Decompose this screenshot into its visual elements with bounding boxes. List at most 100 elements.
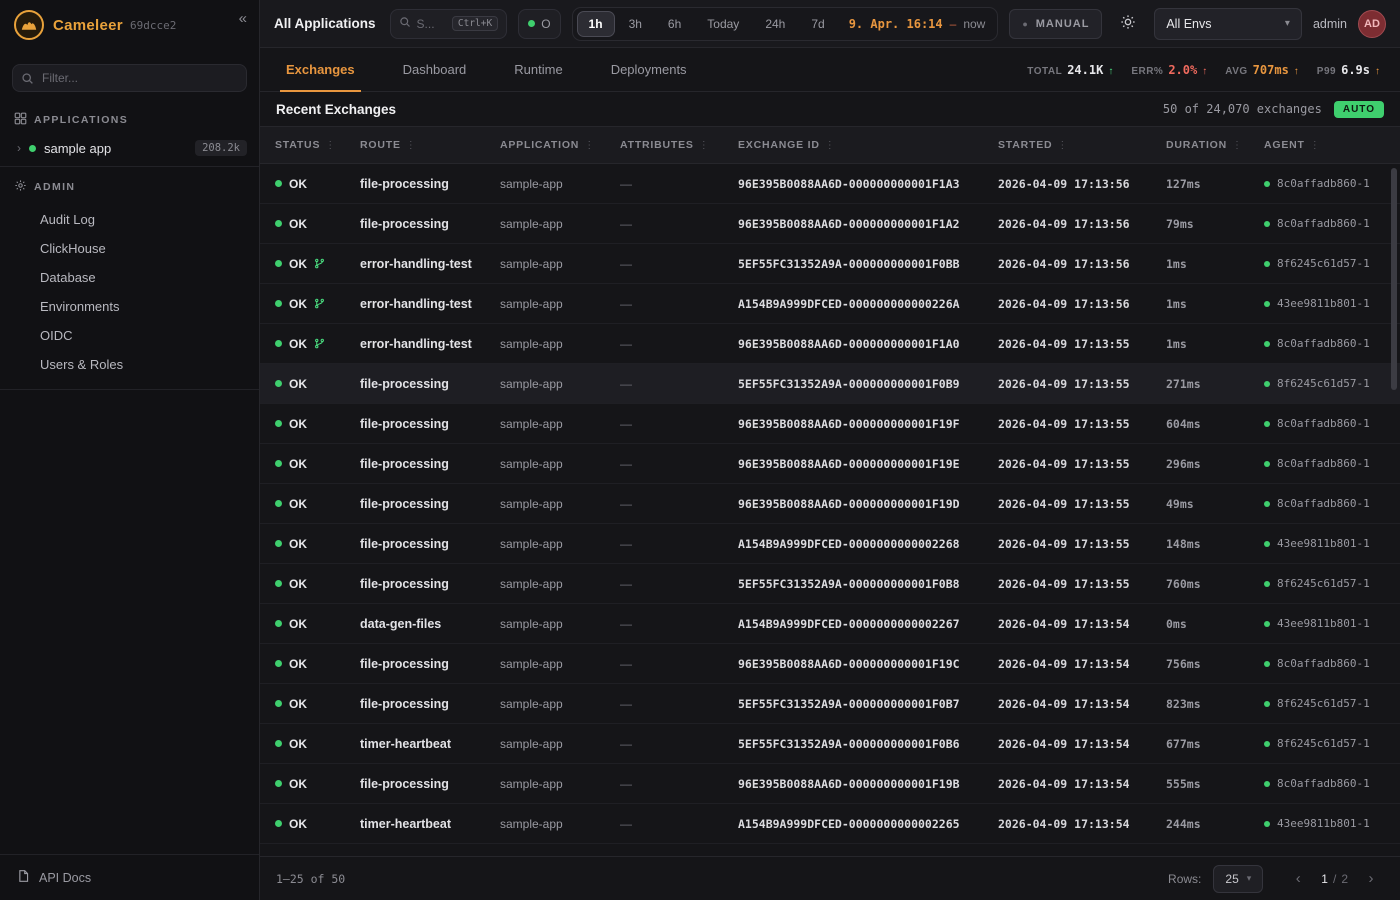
time-now-label[interactable]: now [963,17,985,31]
time-range-1h[interactable]: 1h [577,11,615,37]
sort-icon: ⋮ [406,140,417,151]
column-header-started[interactable]: STARTED⋮ [998,139,1166,151]
column-header-agent[interactable]: AGENT⋮ [1264,139,1400,151]
table-row[interactable]: OK error-handling-test sample-app — 5EF5… [260,244,1400,284]
sidebar-item-database[interactable]: Database [0,263,259,292]
route-cell: timer-heartbeat [360,737,500,751]
time-display[interactable]: 9. Apr. 16:14 [849,17,943,31]
sidebar-item-environments[interactable]: Environments [0,292,259,321]
status-cell: OK [275,417,360,431]
tab-deployments[interactable]: Deployments [605,48,693,91]
sidebar-filter [12,64,247,92]
column-header-exchange-id[interactable]: EXCHANGE ID⋮ [738,139,998,151]
status-ok-dot [275,460,282,467]
vertical-scrollbar[interactable] [1391,168,1397,390]
time-range-today[interactable]: Today [695,11,751,37]
prev-page-button[interactable]: ‹ [1285,866,1311,892]
avatar[interactable]: AD [1358,10,1386,38]
sidebar-item-audit-log[interactable]: Audit Log [0,205,259,234]
route-cell: file-processing [360,697,500,711]
agent-cell: 8f6245c61d57-1 [1264,737,1400,750]
duration-cell: 677ms [1166,737,1264,751]
route-cell: timer-heartbeat [360,817,500,831]
time-range-3h[interactable]: 3h [617,11,654,37]
time-range-7d[interactable]: 7d [799,11,836,37]
status-cell: OK [275,217,360,231]
attributes-cell: — [620,257,738,271]
table-row[interactable]: OK error-handling-test sample-app — A154… [260,284,1400,324]
sidebar-item-clickhouse[interactable]: ClickHouse [0,234,259,263]
tab-dashboard[interactable]: Dashboard [397,48,473,91]
table-row[interactable]: OK timer-heartbeat sample-app — 5EF55FC3… [260,724,1400,764]
table-row[interactable]: OK file-processing sample-app — 96E395B0… [260,404,1400,444]
tab-exchanges[interactable]: Exchanges [280,48,361,91]
agent-status-dot [1264,421,1270,427]
sidebar-item-api-docs[interactable]: API Docs [0,854,259,900]
column-header-duration[interactable]: DURATION⋮ [1166,139,1264,151]
table-row[interactable]: OK file-processing sample-app — 96E395B0… [260,764,1400,804]
table-row[interactable]: OK file-processing sample-app — 96E395B0… [260,484,1400,524]
table-row[interactable]: OK error-handling-test sample-app — 96E3… [260,324,1400,364]
time-range-24h[interactable]: 24h [753,11,797,37]
attributes-cell: — [620,697,738,711]
online-toggle[interactable]: O [518,9,560,39]
next-page-button[interactable]: › [1358,866,1384,892]
filter-input[interactable] [12,64,247,92]
global-search-input[interactable]: S... Ctrl+K [390,9,508,39]
duration-cell: 244ms [1166,817,1264,831]
exchange-id-cell: A154B9A999DFCED-0000000000002267 [738,617,998,631]
table-row[interactable]: OK file-processing sample-app — 96E395B0… [260,644,1400,684]
table-row[interactable]: OK file-processing sample-app — 5EF55FC3… [260,364,1400,404]
sidebar: Cameleer 69dcce2 « APPLICATIONS › sample… [0,0,260,900]
current-page: 1 [1321,872,1328,886]
tab-runtime[interactable]: Runtime [508,48,568,91]
applications-section-label: APPLICATIONS [34,114,128,126]
chevron-down-icon: ▾ [1247,873,1252,884]
rows-per-page-select[interactable]: 25 ▾ [1213,865,1263,893]
table-row[interactable]: OK data-gen-files sample-app — A154B9A99… [260,604,1400,644]
started-cell: 2026-04-09 17:13:54 [998,657,1166,671]
environments-dropdown[interactable]: All Envs ▾ [1154,8,1302,40]
sidebar-item-oidc[interactable]: OIDC [0,321,259,350]
status-cell: OK [275,497,360,511]
started-cell: 2026-04-09 17:13:56 [998,177,1166,191]
started-cell: 2026-04-09 17:13:54 [998,617,1166,631]
time-range-6h[interactable]: 6h [656,11,693,37]
status-cell: OK [275,777,360,791]
theme-toggle-button[interactable] [1113,9,1143,39]
auto-refresh-badge[interactable]: AUTO [1334,101,1384,118]
cameleer-logo-icon [14,10,44,40]
chevron-right-icon[interactable]: › [17,141,21,155]
table-row[interactable]: OK file-processing sample-app — 96E395B0… [260,204,1400,244]
column-header-application[interactable]: APPLICATION⋮ [500,139,620,151]
table-row[interactable]: OK timer-heartbeat sample-app — A154B9A9… [260,804,1400,844]
attributes-cell: — [620,737,738,751]
table-row[interactable]: OK file-processing sample-app — 5EF55FC3… [260,564,1400,604]
admin-section-header: ADMIN [0,167,259,201]
fork-icon [314,298,325,309]
table-row[interactable]: OK file-processing sample-app — 96E395B0… [260,444,1400,484]
manual-refresh-button[interactable]: ● MANUAL [1009,9,1102,39]
agent-cell: 8c0affadb860-1 [1264,417,1400,430]
sidebar-collapse-icon[interactable]: « [239,10,247,27]
agent-status-dot [1264,661,1270,667]
time-separator: – [950,17,957,31]
column-header-route[interactable]: ROUTE⋮ [360,139,500,151]
sidebar-item-users-roles[interactable]: Users & Roles [0,350,259,379]
column-header-status[interactable]: STATUS⋮ [275,139,360,151]
agent-cell: 8c0affadb860-1 [1264,217,1400,230]
table-row[interactable]: OK file-processing sample-app — 5EF55FC3… [260,684,1400,724]
table-row[interactable]: OK file-processing sample-app — 96E395B0… [260,164,1400,204]
application-cell: sample-app [500,657,620,671]
attributes-cell: — [620,617,738,631]
sidebar-divider [0,389,259,390]
stat-value: 6.9s [1341,63,1370,77]
duration-cell: 271ms [1166,377,1264,391]
column-header-attributes[interactable]: ATTRIBUTES⋮ [620,139,738,151]
attributes-cell: — [620,537,738,551]
table-row[interactable]: OK file-processing sample-app — A154B9A9… [260,524,1400,564]
application-cell: sample-app [500,177,620,191]
sidebar-item-sample-app[interactable]: › sample app 208.2k [0,134,259,166]
agent-status-dot [1264,541,1270,547]
agent-status-dot [1264,621,1270,627]
